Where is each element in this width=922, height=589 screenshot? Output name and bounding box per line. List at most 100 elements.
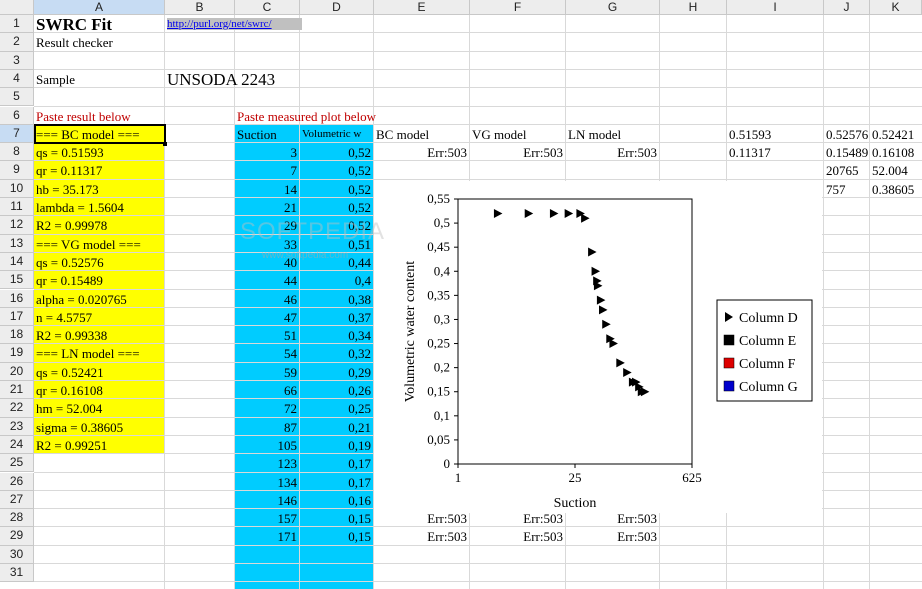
- column-header-a[interactable]: A: [34, 0, 165, 15]
- volumetric-cell[interactable]: 0,29: [302, 364, 371, 381]
- result-cell[interactable]: qs = 0.51593: [36, 144, 162, 161]
- suction-cell[interactable]: 72: [237, 400, 297, 417]
- result-cell[interactable]: hb = 35.173: [36, 181, 162, 198]
- column-header-c[interactable]: C: [235, 0, 300, 15]
- row-header-7[interactable]: 7: [0, 124, 34, 144]
- volumetric-cell[interactable]: 0,25: [302, 400, 371, 417]
- suction-cell[interactable]: 7: [237, 162, 298, 179]
- col-j-cell[interactable]: 0.52576: [826, 126, 868, 143]
- result-cell[interactable]: === LN model ===: [36, 345, 162, 362]
- row-header-14[interactable]: 14: [0, 252, 34, 272]
- col-j-cell[interactable]: 757: [826, 181, 867, 198]
- row-header-30[interactable]: 30: [0, 545, 34, 564]
- suction-cell[interactable]: 46: [237, 291, 297, 308]
- sample-value-cell[interactable]: UNSODA 2243: [167, 71, 362, 89]
- suction-cell[interactable]: 59: [237, 364, 297, 381]
- column-header-e[interactable]: E: [374, 0, 470, 15]
- result-cell[interactable]: R2 = 0.99978: [36, 217, 162, 234]
- paste-result-label[interactable]: Paste result below: [36, 108, 162, 125]
- column-header-d[interactable]: D: [300, 0, 374, 15]
- row-header-27[interactable]: 27: [0, 490, 34, 510]
- column-header-k[interactable]: K: [870, 0, 922, 15]
- error-cell[interactable]: Err:503: [472, 528, 563, 545]
- suction-cell[interactable]: 87: [237, 419, 297, 436]
- result-cell[interactable]: hm = 52.004: [36, 400, 162, 417]
- row-header-10[interactable]: 10: [0, 179, 34, 198]
- row-header-26[interactable]: 26: [0, 472, 34, 491]
- row-header-8[interactable]: 8: [0, 143, 34, 162]
- row-header-16[interactable]: 16: [0, 289, 34, 308]
- volumetric-cell[interactable]: 0,16: [302, 492, 371, 509]
- error-cell[interactable]: Err:503: [568, 144, 657, 161]
- row-header-2[interactable]: 2: [0, 33, 34, 52]
- spreadsheet-grid[interactable]: A B C D E F G H I J K 1 2 3 4 5 6 7 8 9 10 11 12 13 14 15 16 17 18 19…: [0, 0, 922, 589]
- suction-cell[interactable]: 146: [237, 492, 298, 509]
- volumetric-cell[interactable]: 0,4: [302, 272, 371, 289]
- volumetric-cell[interactable]: 0,37: [302, 309, 371, 326]
- row-header-22[interactable]: 22: [0, 399, 34, 418]
- result-cell[interactable]: === VG model ===: [36, 236, 162, 253]
- row-header-29[interactable]: 29: [0, 527, 34, 546]
- result-cell[interactable]: R2 = 0.99251: [36, 437, 162, 454]
- result-cell[interactable]: sigma = 0.38605: [36, 419, 162, 436]
- row-header-13[interactable]: 13: [0, 234, 34, 253]
- column-header-g[interactable]: G: [566, 0, 660, 15]
- suction-header-cell[interactable]: Suction: [237, 126, 297, 143]
- model-header-cell[interactable]: LN model: [568, 126, 657, 143]
- col-k-cell[interactable]: 0.52421: [872, 126, 919, 143]
- row-header-31[interactable]: 31: [0, 564, 34, 583]
- row-header-9[interactable]: 9: [0, 161, 34, 180]
- suction-cell[interactable]: 157: [237, 510, 298, 527]
- col-i-cell[interactable]: 0.51593: [729, 126, 821, 143]
- volumetric-cell[interactable]: 0,52: [302, 181, 371, 198]
- suction-cell[interactable]: 134: [237, 474, 298, 491]
- row-header-24[interactable]: 24: [0, 435, 34, 455]
- error-cell[interactable]: Err:503: [568, 528, 657, 545]
- volumetric-cell[interactable]: 0,32: [302, 345, 371, 362]
- volumetric-cell[interactable]: 0,52: [302, 199, 371, 216]
- row-header-3[interactable]: 3: [0, 51, 34, 70]
- suction-cell[interactable]: 105: [237, 437, 298, 454]
- row-header-15[interactable]: 15: [0, 271, 34, 290]
- row-header-25[interactable]: 25: [0, 454, 34, 473]
- suction-cell[interactable]: 54: [237, 345, 297, 362]
- row-header-19[interactable]: 19: [0, 344, 34, 363]
- scatter-chart[interactable]: 0 0,05 0,1 0,15 0,2 0,25 0,3 0,35 0,4 0,45 0,5 0,55…: [374, 181, 822, 513]
- row-header-28[interactable]: 28: [0, 509, 34, 528]
- fill-handle[interactable]: [163, 142, 167, 147]
- volumetric-cell[interactable]: 0,52: [302, 162, 371, 179]
- result-cell[interactable]: n = 4.5757: [36, 309, 162, 326]
- volumetric-cell[interactable]: 0,26: [302, 382, 371, 399]
- row-header-21[interactable]: 21: [0, 381, 34, 400]
- row-header-6[interactable]: 6: [0, 106, 34, 125]
- column-header-b[interactable]: B: [165, 0, 235, 15]
- row-header-18[interactable]: 18: [0, 326, 34, 345]
- row-header-1[interactable]: 1: [0, 15, 34, 34]
- col-j-cell[interactable]: 0.15489: [826, 144, 868, 161]
- row-header-17[interactable]: 17: [0, 307, 34, 327]
- volumetric-cell[interactable]: 0,19: [302, 437, 371, 454]
- volumetric-cell[interactable]: 0,52: [302, 144, 371, 161]
- col-i-cell[interactable]: 0.11317: [729, 144, 821, 161]
- model-header-cell[interactable]: VG model: [472, 126, 563, 143]
- suction-cell[interactable]: 3: [237, 144, 298, 161]
- row-header-11[interactable]: 11: [0, 198, 34, 217]
- error-cell[interactable]: Err:503: [472, 144, 563, 161]
- row-header-5[interactable]: 5: [0, 88, 34, 107]
- column-header-f[interactable]: F: [470, 0, 566, 15]
- suction-cell[interactable]: 47: [237, 309, 297, 326]
- row-header-4[interactable]: 4: [0, 69, 34, 89]
- col-k-cell[interactable]: 52.004: [872, 162, 919, 179]
- suction-cell[interactable]: 14: [237, 181, 297, 198]
- volumetric-cell[interactable]: 0,15: [302, 528, 371, 545]
- volumetric-cell[interactable]: 0,15: [302, 510, 371, 527]
- column-header-h[interactable]: H: [660, 0, 727, 15]
- volumetric-cell[interactable]: 0,38: [302, 291, 371, 308]
- title-cell[interactable]: SWRC Fit: [36, 16, 162, 34]
- result-cell[interactable]: qr = 0.15489: [36, 272, 162, 289]
- column-header-j[interactable]: J: [824, 0, 870, 15]
- col-k-cell[interactable]: 0.38605: [872, 181, 919, 198]
- row-header-12[interactable]: 12: [0, 216, 34, 235]
- result-cell[interactable]: qs = 0.52576: [36, 254, 162, 271]
- row-header-23[interactable]: 23: [0, 417, 34, 436]
